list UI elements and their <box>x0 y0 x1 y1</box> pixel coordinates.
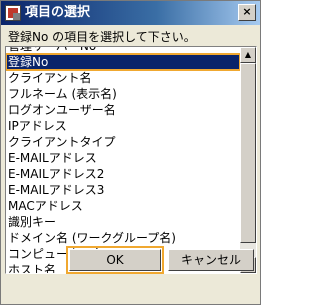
field-list: 管理サーバーNo登録Noクライアント名フルネーム (表示名)ログオンユーザー名I… <box>6 47 240 273</box>
list-item[interactable]: ドメイン名 (ワークグループ名) <box>6 230 240 246</box>
list-item[interactable]: IPアドレス <box>6 118 240 134</box>
list-item[interactable]: クライアントタイプ <box>6 134 240 150</box>
list-item[interactable]: 識別キー <box>6 214 240 230</box>
list-item[interactable]: MACアドレス <box>6 198 240 214</box>
list-item[interactable]: E-MAILアドレス3 <box>6 182 240 198</box>
scroll-up-button[interactable]: ▲ <box>240 47 256 63</box>
dialog-title: 項目の選択 <box>25 5 91 20</box>
title-bar[interactable]: 項目の選択 × <box>1 1 260 25</box>
list-item[interactable]: E-MAILアドレス2 <box>6 166 240 182</box>
vertical-scrollbar[interactable]: ▲ ▼ <box>240 47 256 273</box>
ok-button[interactable]: OK <box>66 246 164 274</box>
list-item[interactable]: 管理サーバーNo <box>6 47 240 54</box>
list-item[interactable]: クライアント名 <box>6 70 240 86</box>
instruction-label: 登録No の項目を選択して下さい。 <box>8 30 196 44</box>
list-item[interactable]: 登録No <box>6 53 240 71</box>
close-button[interactable]: × <box>238 4 256 21</box>
select-item-dialog: 項目の選択 × 登録No の項目を選択して下さい。 管理サーバーNo登録Noクラ… <box>0 0 261 305</box>
list-item[interactable]: E-MAILアドレス <box>6 150 240 166</box>
app-icon <box>5 5 21 21</box>
field-listbox[interactable]: 管理サーバーNo登録Noクライアント名フルネーム (表示名)ログオンユーザー名I… <box>5 46 257 274</box>
cancel-button[interactable]: キャンセル <box>168 249 254 271</box>
list-item[interactable]: ログオンユーザー名 <box>6 102 240 118</box>
scroll-thumb[interactable] <box>240 63 256 243</box>
list-item[interactable]: フルネーム (表示名) <box>6 86 240 102</box>
